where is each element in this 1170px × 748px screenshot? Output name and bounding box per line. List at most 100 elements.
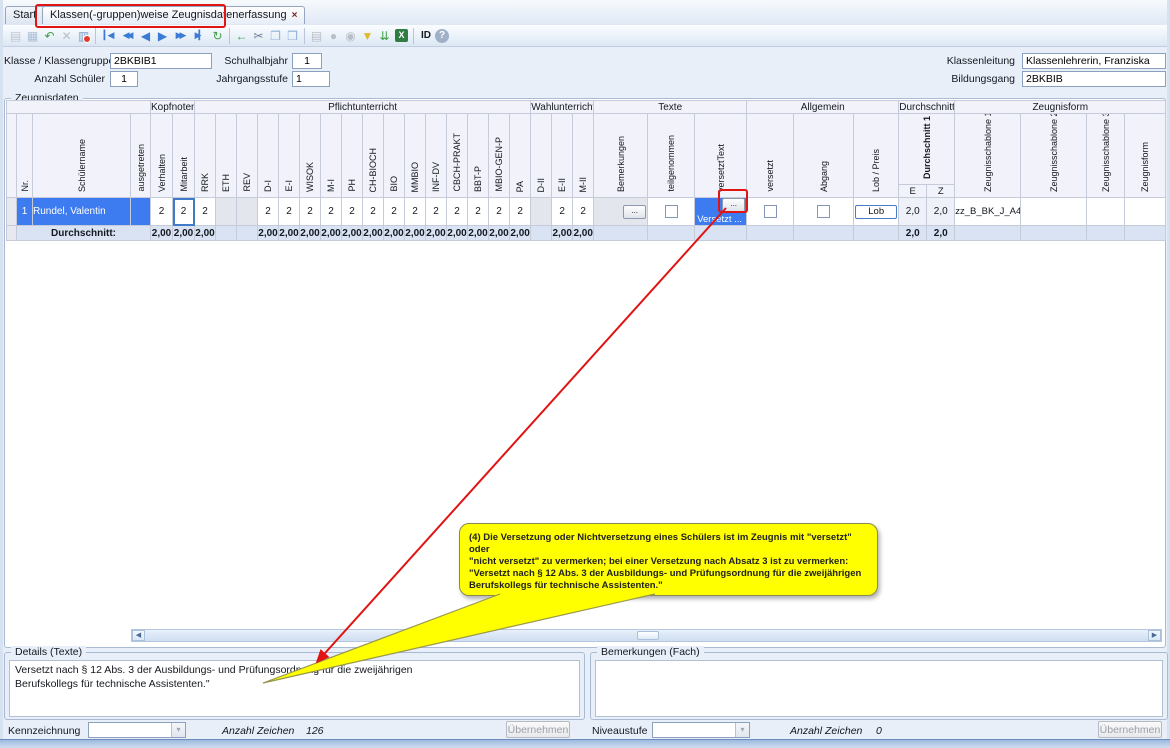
filter-icon[interactable]: ▼ [359, 27, 376, 44]
bemerkungen-text-area[interactable] [595, 660, 1163, 717]
uebernehmen2-button[interactable]: Übernehmen [1098, 721, 1162, 738]
tab-zeugnisdatenerfassung[interactable]: Klassen(-gruppen)weise Zeugnisdatenerfas… [42, 6, 305, 24]
header-zform[interactable]: Zeugnisform [1125, 114, 1166, 198]
cell-infdv[interactable]: 2 [426, 198, 447, 226]
cell-zschab3[interactable] [1087, 198, 1125, 226]
header-bemerkungen[interactable]: Bemerkungen [594, 114, 648, 198]
checkbox-abgang[interactable] [817, 205, 830, 218]
cell-rrk[interactable]: 2 [195, 198, 216, 226]
cell-d1[interactable]: 2 [258, 198, 279, 226]
cut-icon[interactable]: ✂ [250, 27, 267, 44]
header-ausgetreten[interactable]: ausgetreten [131, 114, 151, 198]
header-bio[interactable]: BIO [384, 114, 405, 198]
undo-icon[interactable]: ↶ [41, 27, 58, 44]
cell-mmbio[interactable]: 2 [405, 198, 426, 226]
header-e1[interactable]: E-I [279, 114, 300, 198]
cell-zform[interactable] [1125, 198, 1166, 226]
cell-cbchprakt[interactable]: 2 [447, 198, 468, 226]
uebernehmen-button[interactable]: Übernehmen [506, 721, 570, 738]
checkbox-versetzt[interactable] [764, 205, 777, 218]
header-mbiogenp[interactable]: MBIO-GEN-P [489, 114, 510, 198]
save-icon[interactable]: ▦ [24, 27, 41, 44]
header-verhalten[interactable]: Verhalten [151, 114, 173, 198]
header-teilgenommen[interactable]: teilgenommen [648, 114, 695, 198]
schulhalbjahr-input[interactable] [292, 53, 322, 69]
tab-active-close-icon[interactable]: × [292, 10, 298, 21]
chevron-down-icon[interactable]: ▾ [735, 723, 749, 737]
jahrgangsstufe-input[interactable] [292, 71, 330, 87]
subheader-avg_e[interactable]: E [899, 185, 927, 198]
ellipsis-button-bemerkungen[interactable]: ... [623, 205, 646, 219]
excel-export-icon[interactable]: X [395, 29, 408, 42]
disc-icon[interactable]: ● [325, 27, 342, 44]
cell-e1[interactable]: 2 [279, 198, 300, 226]
header-m2[interactable]: M-II [573, 114, 594, 198]
cell-ph[interactable]: 2 [342, 198, 363, 226]
scroll-right-icon[interactable]: ▶ [1148, 630, 1161, 641]
header-wisok[interactable]: WISOK [300, 114, 321, 198]
header-nr[interactable]: Nr. [17, 114, 33, 198]
nav-last-icon[interactable]: ▶▎ [190, 27, 209, 44]
header-rev[interactable]: REV [237, 114, 258, 198]
klassenleitung-input[interactable] [1022, 53, 1166, 69]
id-button[interactable]: ID [417, 27, 435, 44]
cell-mitarbeit[interactable]: 2 [173, 198, 195, 226]
subheader-avg_z[interactable]: Z [927, 185, 955, 198]
print-icon[interactable]: ▤ [308, 27, 325, 44]
header-m1[interactable]: M-I [321, 114, 342, 198]
column-transfer-icon[interactable]: ⇊ [376, 27, 393, 44]
cell-bio[interactable]: 2 [384, 198, 405, 226]
cell-zschab1[interactable]: zz_B_BK_J_A4 [955, 198, 1021, 226]
cell-nr[interactable]: 1 [17, 198, 33, 226]
hint-icon[interactable]: ◉ [342, 27, 359, 44]
header-zschab1[interactable]: Zeugnisschablone 1 [955, 114, 1021, 198]
checkbox-teilgenommen[interactable] [665, 205, 678, 218]
cell-mbiogenp[interactable]: 2 [489, 198, 510, 226]
bildungsgang-input[interactable] [1022, 71, 1166, 87]
nav-fast-next-icon[interactable]: ▶▶ [171, 27, 190, 44]
new-record-icon[interactable]: ▤ [7, 27, 24, 44]
cell-m2[interactable]: 2 [573, 198, 594, 226]
header-pa[interactable]: PA [510, 114, 531, 198]
header-bbtp[interactable]: BBT-P [468, 114, 489, 198]
chevron-down-icon[interactable]: ▾ [171, 723, 185, 737]
header-mmbio[interactable]: MMBIO [405, 114, 426, 198]
niveaustufe-combo[interactable]: ▾ [652, 722, 750, 738]
nav-next-icon[interactable]: ▶ [154, 27, 171, 44]
header-rrk[interactable]: RRK [195, 114, 216, 198]
cell-pa[interactable]: 2 [510, 198, 531, 226]
cell-bbtp[interactable]: 2 [468, 198, 489, 226]
cell-versetztText[interactable]: ...Versetzt ... [695, 198, 747, 226]
cell-chbioch[interactable]: 2 [363, 198, 384, 226]
header-durchschnitt-1[interactable]: Durchschnitt 1 [899, 114, 955, 185]
lob-preis-button[interactable]: Lob [855, 205, 897, 219]
cell-ausgetreten[interactable] [131, 198, 151, 226]
cell-m1[interactable]: 2 [321, 198, 342, 226]
delete-icon[interactable]: ✕ [58, 27, 75, 44]
header-versetztText[interactable]: versetztText [695, 114, 747, 198]
cell-wisok[interactable]: 2 [300, 198, 321, 226]
scroll-left-icon[interactable]: ◀ [132, 630, 145, 641]
paste-icon[interactable]: ❒ [284, 27, 301, 44]
help-icon[interactable]: ? [435, 29, 449, 43]
header-infdv[interactable]: INF-DV [426, 114, 447, 198]
cell-verhalten[interactable]: 2 [151, 198, 173, 226]
header-d1[interactable]: D-I [258, 114, 279, 198]
header-eth[interactable]: ETH [216, 114, 237, 198]
nav-prev-icon[interactable]: ◀ [137, 27, 154, 44]
edit-record-icon[interactable]: ▥ [75, 27, 92, 44]
header-chbioch[interactable]: CH-BIOCH [363, 114, 384, 198]
nav-fast-prev-icon[interactable]: ◀◀ [118, 27, 137, 44]
header-zschab3[interactable]: Zeugnisschablone 3 [1087, 114, 1125, 198]
header-schuelername[interactable]: Schülername [33, 114, 131, 198]
nav-first-icon[interactable]: ▎◀ [99, 27, 118, 44]
header-e2[interactable]: E-II [552, 114, 573, 198]
scrollbar-thumb[interactable] [637, 631, 659, 640]
cell-e2[interactable]: 2 [552, 198, 573, 226]
back-icon[interactable]: ← [233, 27, 250, 44]
header-versetzt[interactable]: versetzt [747, 114, 794, 198]
header-cbchprakt[interactable]: CBCH-PRAKT [447, 114, 468, 198]
cell-schuelername[interactable]: Rundel, Valentin [33, 198, 131, 226]
ellipsis-button-versetztText[interactable]: ... [722, 198, 745, 212]
header-lobpreis[interactable]: Lob / Preis [854, 114, 899, 198]
